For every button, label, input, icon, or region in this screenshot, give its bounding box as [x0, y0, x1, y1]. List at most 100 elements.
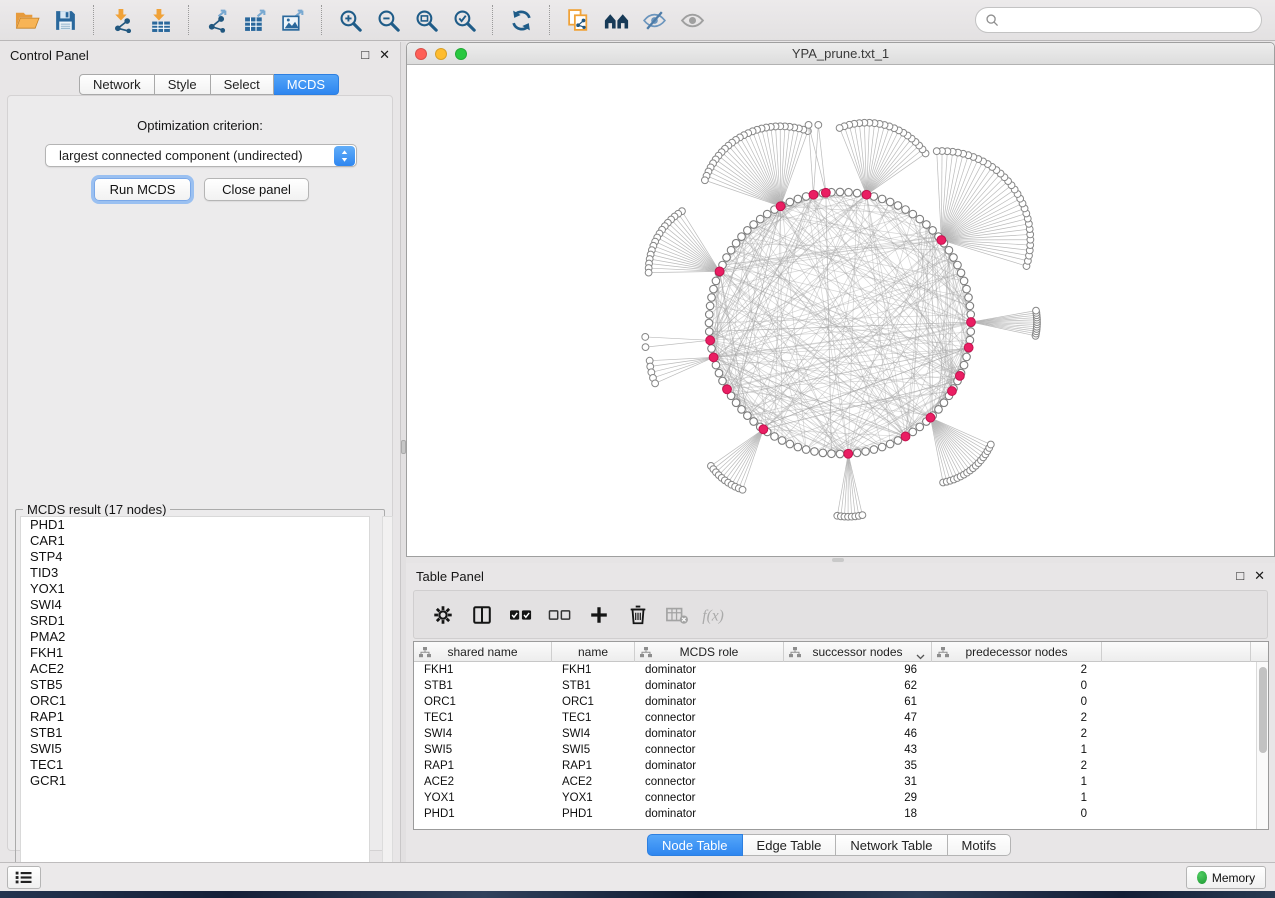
network-node[interactable] — [802, 446, 810, 454]
network-node[interactable] — [786, 198, 794, 206]
float-panel-icon[interactable]: □ — [1236, 569, 1244, 583]
tab-network[interactable]: Network — [79, 74, 155, 95]
network-node[interactable] — [836, 188, 844, 196]
show-all-button[interactable] — [675, 3, 709, 37]
refresh-network-button[interactable] — [504, 3, 538, 37]
close-panel-icon[interactable]: ✕ — [1254, 569, 1265, 583]
network-node[interactable] — [706, 302, 714, 310]
network-canvas[interactable] — [407, 65, 1274, 556]
network-node[interactable] — [950, 254, 958, 262]
network-node[interactable] — [723, 254, 731, 262]
network-node[interactable] — [819, 449, 827, 457]
table-row[interactable]: FKH1FKH1dominator962 — [414, 662, 1268, 678]
network-node[interactable] — [750, 221, 758, 229]
network-node[interactable] — [708, 294, 716, 302]
network-node[interactable] — [845, 188, 853, 196]
column-header-name[interactable]: name — [552, 642, 635, 662]
table-scrollbar[interactable] — [1256, 662, 1268, 830]
search-input[interactable] — [1005, 10, 1261, 30]
network-node[interactable] — [794, 443, 802, 451]
tab-edge-table[interactable]: Edge Table — [743, 834, 837, 856]
network-node[interactable] — [738, 233, 746, 241]
tab-style[interactable]: Style — [155, 74, 211, 95]
export-table-button[interactable] — [238, 3, 272, 37]
network-node[interactable] — [771, 433, 779, 441]
mcds-result-item[interactable]: TID3 — [21, 565, 369, 581]
zoom-in-button[interactable] — [333, 3, 367, 37]
select-all-button[interactable] — [506, 600, 536, 630]
table-row[interactable]: RAP1RAP1dominator352 — [414, 758, 1268, 774]
network-node[interactable] — [701, 177, 708, 184]
dominator-node[interactable] — [937, 236, 946, 245]
table-row[interactable]: TEC1TEC1connector472 — [414, 710, 1268, 726]
mcds-result-item[interactable]: CAR1 — [21, 533, 369, 549]
network-node[interactable] — [916, 215, 924, 223]
mcds-result-item[interactable]: STP4 — [21, 549, 369, 565]
optimization-criterion-select[interactable]: largest connected component (undirected) — [45, 144, 357, 167]
network-node[interactable] — [909, 428, 917, 436]
dominator-node[interactable] — [948, 387, 957, 396]
horizontal-splitter-handle[interactable] — [832, 558, 844, 562]
network-node[interactable] — [963, 353, 971, 361]
network-graph[interactable] — [407, 65, 1274, 556]
float-panel-icon[interactable]: □ — [361, 48, 369, 62]
tab-select[interactable]: Select — [211, 74, 274, 95]
dominator-node[interactable] — [809, 190, 818, 199]
network-node[interactable] — [916, 423, 924, 431]
mcds-result-item[interactable]: SWI5 — [21, 741, 369, 757]
network-node[interactable] — [705, 311, 713, 319]
column-header-shared-name[interactable]: shared name — [414, 642, 552, 662]
close-panel-icon[interactable]: ✕ — [379, 48, 390, 62]
memory-button[interactable]: Memory — [1186, 866, 1266, 889]
dominator-node[interactable] — [709, 353, 718, 362]
export-image-button[interactable] — [276, 3, 310, 37]
network-node[interactable] — [828, 450, 836, 458]
network-node[interactable] — [642, 344, 649, 351]
hide-selected-button[interactable] — [637, 3, 671, 37]
clone-network-button[interactable] — [561, 3, 595, 37]
network-node[interactable] — [715, 369, 723, 377]
network-node[interactable] — [710, 285, 718, 293]
network-node[interactable] — [738, 406, 746, 414]
dominator-node[interactable] — [955, 371, 964, 380]
network-node[interactable] — [878, 195, 886, 203]
network-node[interactable] — [859, 512, 866, 519]
network-node[interactable] — [967, 311, 975, 319]
dominator-node[interactable] — [706, 336, 715, 345]
mcds-result-item[interactable]: FKH1 — [21, 645, 369, 661]
network-node[interactable] — [744, 227, 752, 235]
network-node[interactable] — [811, 448, 819, 456]
dominator-node[interactable] — [821, 188, 830, 197]
dominator-node[interactable] — [844, 449, 853, 458]
network-node[interactable] — [886, 198, 894, 206]
task-history-button[interactable] — [7, 866, 41, 889]
close-panel-button[interactable]: Close panel — [204, 178, 309, 201]
dominator-node[interactable] — [759, 425, 768, 434]
open-file-button[interactable] — [10, 3, 44, 37]
mcds-result-item[interactable]: PMA2 — [21, 629, 369, 645]
table-row[interactable]: SWI4SWI4dominator462 — [414, 726, 1268, 742]
column-header-predecessor-nodes[interactable]: predecessor nodes — [932, 642, 1102, 662]
mcds-result-scrollbar[interactable] — [382, 516, 393, 876]
network-node[interactable] — [935, 406, 943, 414]
network-node[interactable] — [957, 269, 965, 277]
dominator-node[interactable] — [776, 202, 785, 211]
network-node[interactable] — [778, 437, 786, 445]
table-row[interactable]: STB1STB1dominator620 — [414, 678, 1268, 694]
network-node[interactable] — [878, 443, 886, 451]
network-node[interactable] — [853, 189, 861, 197]
network-node[interactable] — [708, 345, 716, 353]
mcds-result-item[interactable]: STB5 — [21, 677, 369, 693]
table-row[interactable]: PHD1PHD1dominator180 — [414, 806, 1268, 822]
network-node[interactable] — [756, 215, 764, 223]
network-node[interactable] — [933, 148, 940, 155]
network-node[interactable] — [965, 294, 973, 302]
network-node[interactable] — [763, 210, 771, 218]
network-node[interactable] — [966, 336, 974, 344]
mcds-result-item[interactable]: YOX1 — [21, 581, 369, 597]
network-node[interactable] — [963, 285, 971, 293]
delete-column-button[interactable] — [623, 600, 653, 630]
table-row[interactable]: SWI5SWI5connector431 — [414, 742, 1268, 758]
network-node[interactable] — [712, 361, 720, 369]
network-node[interactable] — [712, 277, 720, 285]
